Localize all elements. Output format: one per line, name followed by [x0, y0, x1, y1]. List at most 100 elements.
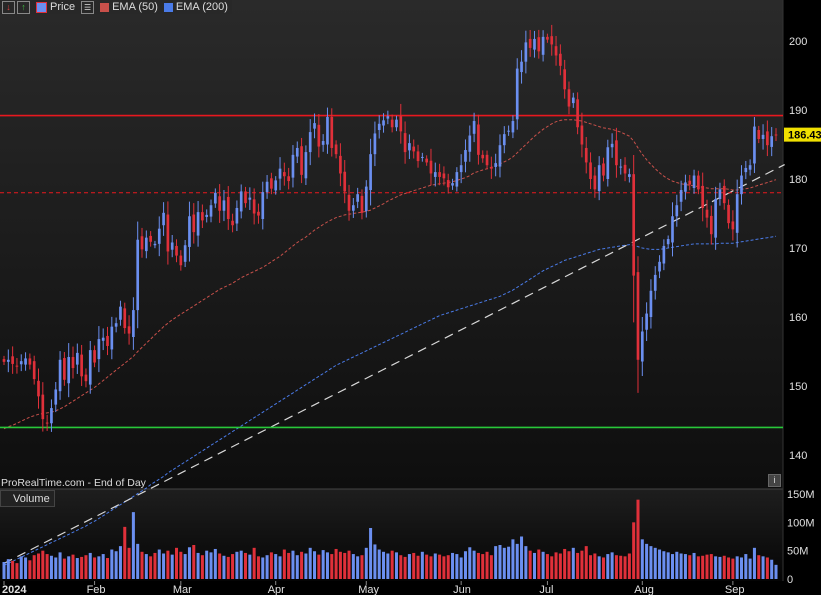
volume-bar: [632, 522, 636, 579]
volume-bar: [67, 556, 71, 579]
volume-bar: [545, 554, 549, 579]
volume-bar: [291, 550, 295, 579]
volume-bar: [709, 554, 713, 579]
volume-bar: [166, 550, 170, 579]
volume-bar: [683, 554, 687, 579]
legend-ema50-label[interactable]: EMA (50): [112, 1, 158, 13]
price-axis-background: [783, 0, 821, 595]
candle-body: [157, 228, 161, 244]
candle-body: [218, 196, 221, 211]
volume-bar: [550, 556, 554, 579]
volume-bar: [382, 551, 386, 579]
volume-bar: [32, 555, 36, 579]
volume-bar: [597, 556, 601, 579]
volume-bar: [239, 550, 243, 579]
candle-body: [6, 359, 10, 362]
volume-bar: [520, 536, 524, 579]
candle-body: [188, 216, 191, 247]
volume-bar: [584, 546, 588, 579]
candle-body: [175, 245, 178, 256]
candle-body: [291, 154, 295, 178]
candle-body: [136, 239, 140, 311]
candle-body: [640, 331, 644, 362]
candle-body: [295, 147, 299, 157]
volume-bar: [347, 550, 351, 579]
price-tick-label: 150: [789, 381, 807, 393]
candle-body: [222, 200, 226, 211]
volume-tick-label: 0: [787, 574, 793, 586]
volume-bar: [619, 555, 623, 579]
candle-body: [589, 162, 592, 179]
volume-bar: [425, 554, 429, 579]
expand-icon[interactable]: ↑: [17, 0, 30, 14]
volume-bar: [761, 556, 765, 579]
legend-ema200-label[interactable]: EMA (200): [176, 1, 228, 13]
volume-bar: [192, 545, 196, 579]
candle-body: [761, 134, 765, 139]
candle-body: [364, 186, 368, 212]
volume-bar: [274, 554, 278, 579]
candle-body: [584, 147, 588, 163]
candle-body: [472, 121, 476, 134]
candle-body: [701, 185, 705, 208]
candle-body: [576, 99, 579, 128]
candle-body: [24, 358, 27, 365]
volume-bar: [308, 547, 312, 579]
volume-bar: [649, 546, 653, 579]
volume-bar: [183, 554, 187, 579]
candle-body: [593, 175, 597, 190]
candle-body: [304, 152, 308, 179]
candle-body: [615, 140, 618, 166]
volume-bar: [278, 556, 282, 579]
price-tick-label: 160: [789, 312, 807, 324]
volume-bar: [765, 557, 769, 579]
volume-bar: [256, 556, 260, 579]
candle-body: [446, 180, 450, 188]
candle-body: [619, 166, 623, 168]
candle-body: [748, 165, 752, 170]
info-icon[interactable]: i: [768, 474, 781, 487]
volume-label[interactable]: Volume: [13, 493, 50, 505]
candle-body: [623, 164, 627, 174]
candle-body: [546, 36, 549, 40]
volume-bar: [373, 544, 377, 579]
volume-bar: [571, 547, 575, 579]
price-swatch: [36, 1, 47, 13]
candle-body: [287, 176, 290, 182]
candle-body: [602, 163, 605, 176]
collapse-icon[interactable]: ↓: [2, 0, 15, 14]
candle-body: [679, 190, 683, 202]
price-tick-label: 200: [789, 36, 807, 48]
volume-bar: [563, 548, 567, 579]
volume-tick-label: 150M: [787, 489, 815, 501]
volume-bar: [727, 557, 731, 579]
volume-bar: [614, 555, 618, 579]
volume-bar: [593, 553, 597, 579]
candle-body: [395, 119, 398, 128]
volume-bar: [71, 554, 75, 579]
settings-icon[interactable]: ☰: [81, 0, 95, 14]
volume-bar: [515, 543, 519, 579]
candle-body: [11, 356, 14, 364]
volume-bar: [463, 551, 467, 579]
volume-bar: [235, 551, 239, 579]
volume-bar: [442, 556, 446, 579]
watermark: ProRealTime.com - End of Day: [1, 477, 146, 489]
volume-bar: [601, 557, 605, 579]
candle-body: [753, 126, 756, 164]
volume-bar: [97, 556, 101, 579]
legend-price-label[interactable]: Price: [50, 1, 75, 13]
volume-bar: [623, 556, 627, 579]
candle-body: [343, 171, 347, 192]
candle-body: [653, 274, 657, 291]
volume-bar: [481, 554, 485, 579]
candle-body: [571, 97, 575, 104]
volume-bar: [127, 547, 131, 579]
price-tick-label: 140: [789, 450, 807, 462]
volume-bar: [351, 554, 355, 579]
candle-body: [662, 245, 666, 264]
candle-body: [300, 146, 303, 175]
candle-body: [744, 167, 748, 173]
candle-body: [524, 42, 528, 62]
volume-bar: [752, 547, 756, 579]
